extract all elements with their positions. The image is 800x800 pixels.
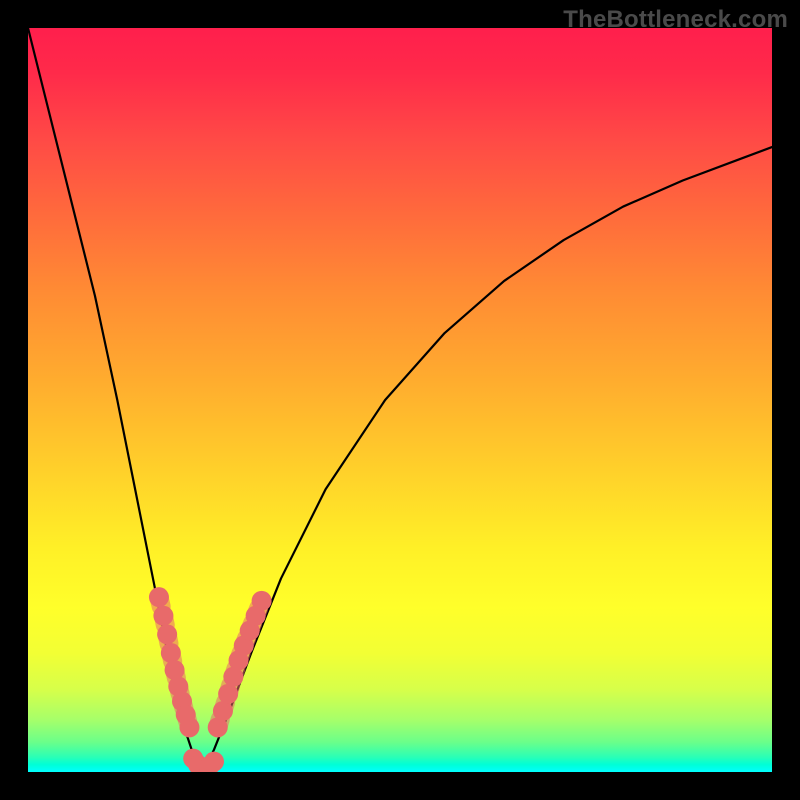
chart-frame: TheBottleneck.com <box>0 0 800 800</box>
marker-dot <box>204 752 224 772</box>
curve-right-branch <box>203 147 772 772</box>
watermark-text: TheBottleneck.com <box>563 6 788 34</box>
marker-capsule <box>223 702 226 711</box>
marker-capsule <box>228 685 231 694</box>
marker-dot <box>179 717 199 737</box>
marker-capsule <box>159 597 161 606</box>
curve-overlay <box>28 28 772 772</box>
marker-capsule <box>163 616 165 625</box>
marker-dot <box>252 591 272 611</box>
plot-area <box>28 28 772 772</box>
marker-capsule <box>167 634 169 643</box>
marker-capsule <box>171 653 173 662</box>
